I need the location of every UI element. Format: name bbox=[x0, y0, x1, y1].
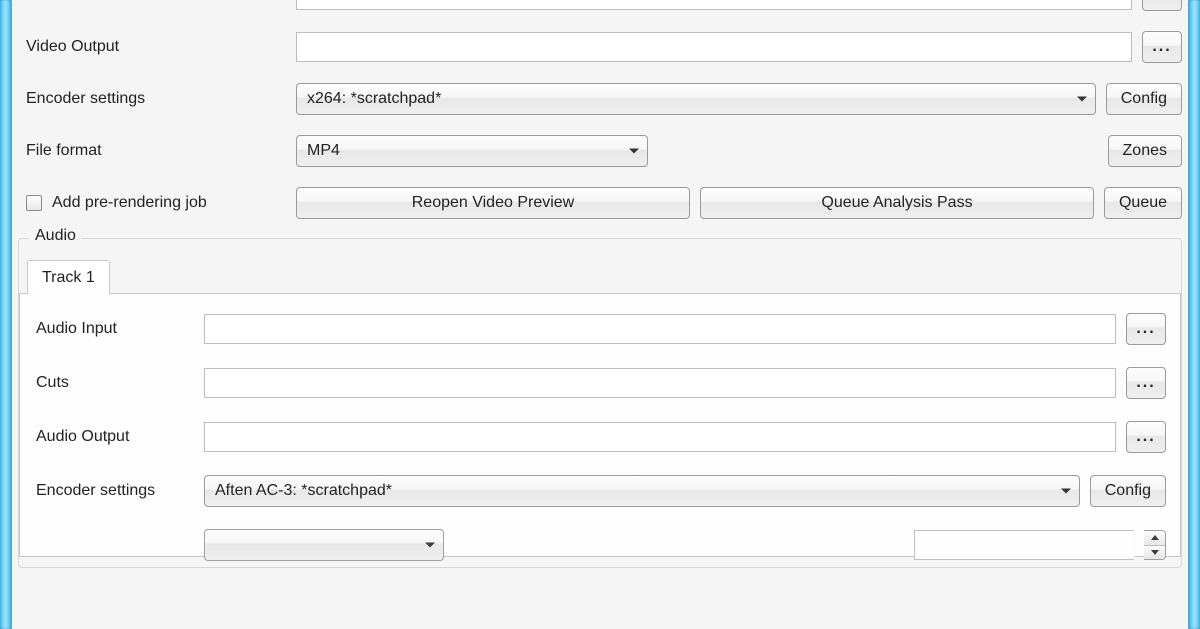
video-input-field-partial[interactable] bbox=[296, 0, 1132, 10]
zones-button[interactable]: Zones bbox=[1108, 135, 1182, 167]
chevron-down-icon bbox=[1077, 97, 1087, 102]
audio-output-browse-button[interactable]: ... bbox=[1126, 421, 1166, 453]
audio-tabstrip: Track 1 bbox=[19, 259, 1181, 294]
video-encoder-selected-text: x264: *scratchpad* bbox=[307, 90, 441, 108]
audio-encoder-config-button[interactable]: Config bbox=[1090, 475, 1166, 507]
audio-tabpanel: Audio Input ... Cuts ... Audio Output ..… bbox=[19, 294, 1181, 557]
video-input-row-partial: ... bbox=[18, 0, 1182, 12]
video-encoder-label: Encoder settings bbox=[18, 90, 286, 108]
reopen-video-preview-button[interactable]: Reopen Video Preview bbox=[296, 187, 690, 219]
audio-input-field[interactable] bbox=[204, 314, 1116, 344]
prerender-wrap: Add pre-rendering job bbox=[18, 194, 286, 212]
audio-extra-row-partial bbox=[34, 528, 1166, 562]
tab-track-1[interactable]: Track 1 bbox=[27, 260, 110, 294]
audio-cuts-browse-button[interactable]: ... bbox=[1126, 367, 1166, 399]
video-format-row: File format MP4 Zones bbox=[18, 134, 1182, 168]
chevron-down-icon bbox=[629, 149, 639, 154]
video-output-browse-button[interactable]: ... bbox=[1142, 31, 1182, 63]
queue-button[interactable]: Queue bbox=[1104, 187, 1182, 219]
video-action-row: Add pre-rendering job Reopen Video Previ… bbox=[18, 186, 1182, 220]
audio-encoder-select[interactable]: Aften AC-3: *scratchpad* bbox=[204, 475, 1080, 507]
tab-track-1-label: Track 1 bbox=[42, 269, 95, 287]
chevron-down-icon bbox=[1061, 489, 1071, 494]
video-format-select[interactable]: MP4 bbox=[296, 135, 648, 167]
audio-input-browse-button[interactable]: ... bbox=[1126, 313, 1166, 345]
audio-group-legend: Audio bbox=[29, 227, 82, 245]
audio-groupbox: Audio Track 1 Audio Input ... Cuts ... A… bbox=[18, 238, 1182, 568]
prerender-checkbox[interactable] bbox=[26, 195, 42, 211]
audio-cuts-field[interactable] bbox=[204, 368, 1116, 398]
audio-input-row: Audio Input ... bbox=[34, 312, 1166, 346]
video-output-label: Video Output bbox=[18, 38, 286, 56]
audio-numeric-field[interactable] bbox=[914, 530, 1134, 560]
prerender-label: Add pre-rendering job bbox=[52, 194, 207, 212]
client-area: ... Video Output ... Encoder settings x2… bbox=[12, 0, 1188, 629]
window-frame-right bbox=[1188, 0, 1200, 629]
audio-encoder-selected-text: Aften AC-3: *scratchpad* bbox=[215, 482, 392, 500]
audio-output-label: Audio Output bbox=[34, 428, 194, 446]
audio-extra-select[interactable] bbox=[204, 529, 444, 561]
audio-numeric-spinner[interactable] bbox=[1144, 530, 1166, 560]
audio-cuts-label: Cuts bbox=[34, 374, 194, 392]
video-format-selected-text: MP4 bbox=[307, 142, 340, 160]
video-input-browse-button[interactable]: ... bbox=[1142, 0, 1182, 11]
spinner-up-icon[interactable] bbox=[1144, 531, 1165, 545]
video-encoder-config-button[interactable]: Config bbox=[1106, 83, 1182, 115]
audio-cuts-row: Cuts ... bbox=[34, 366, 1166, 400]
audio-output-row: Audio Output ... bbox=[34, 420, 1166, 454]
video-encoder-select[interactable]: x264: *scratchpad* bbox=[296, 83, 1096, 115]
spinner-down-icon[interactable] bbox=[1144, 545, 1165, 560]
queue-analysis-pass-button[interactable]: Queue Analysis Pass bbox=[700, 187, 1094, 219]
audio-encoder-row: Encoder settings Aften AC-3: *scratchpad… bbox=[34, 474, 1166, 508]
chevron-down-icon bbox=[425, 543, 435, 548]
audio-encoder-label: Encoder settings bbox=[34, 482, 194, 500]
video-output-field[interactable] bbox=[296, 32, 1132, 62]
window-frame-left bbox=[0, 0, 12, 629]
audio-output-field[interactable] bbox=[204, 422, 1116, 452]
video-output-row: Video Output ... bbox=[18, 30, 1182, 64]
audio-input-label: Audio Input bbox=[34, 320, 194, 338]
video-encoder-row: Encoder settings x264: *scratchpad* Conf… bbox=[18, 82, 1182, 116]
video-format-label: File format bbox=[18, 142, 286, 160]
